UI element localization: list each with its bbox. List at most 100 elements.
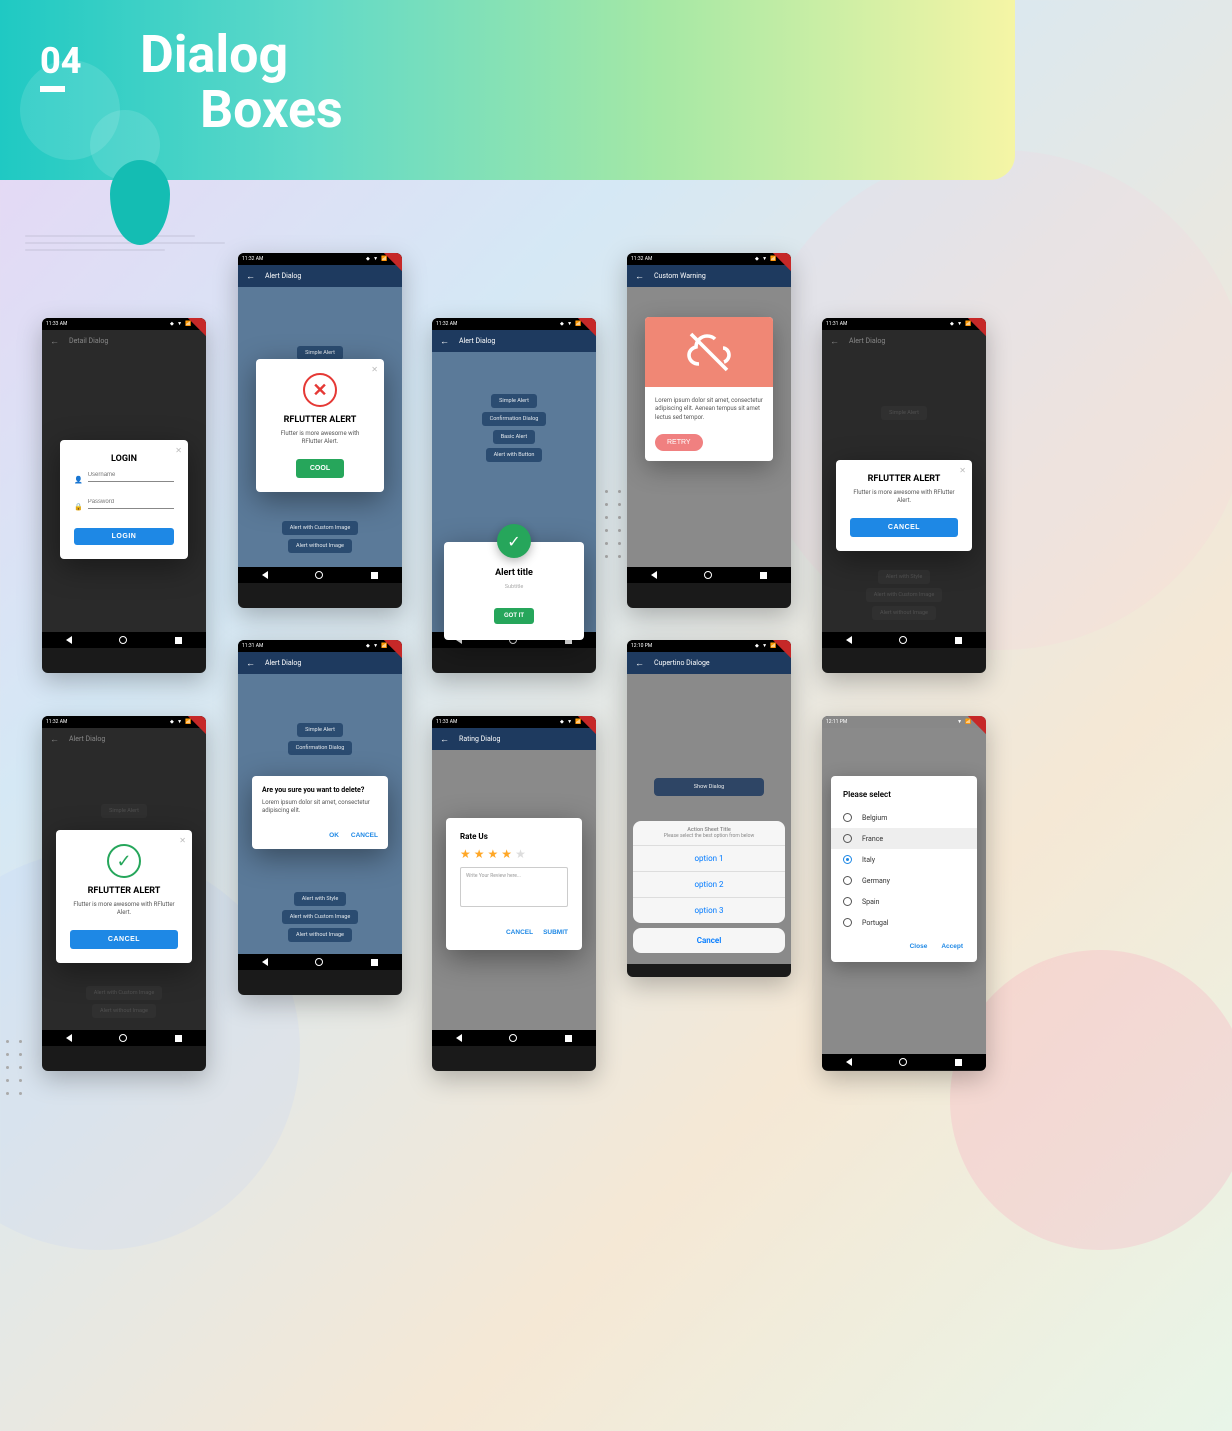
star-icon[interactable]: ★ — [501, 847, 512, 861]
appbar-title: Alert Dialog — [849, 337, 885, 345]
appbar-title: Alert Dialog — [69, 735, 105, 743]
back-icon[interactable]: ← — [246, 271, 255, 282]
star-icon[interactable]: ★ — [474, 847, 485, 861]
nav-back-icon[interactable] — [846, 1058, 852, 1066]
cancel-button[interactable]: CANCEL — [351, 832, 378, 839]
bg-button[interactable]: Alert with Custom Image — [282, 521, 359, 535]
bg-button[interactable]: Alert with Custom Image — [866, 588, 943, 602]
close-icon[interactable]: ✕ — [371, 365, 378, 374]
bg-button[interactable]: Alert with Style — [294, 892, 347, 906]
radio-option[interactable]: Spain — [831, 891, 977, 912]
nav-back-icon[interactable] — [846, 636, 852, 644]
nav-recent-icon[interactable] — [760, 572, 767, 579]
nav-home-icon[interactable] — [704, 571, 712, 579]
bg-button[interactable]: Alert with Custom Image — [86, 986, 163, 1000]
bg-button[interactable]: Alert with Custom Image — [282, 910, 359, 924]
bg-button[interactable]: Simple Alert — [101, 804, 147, 818]
close-icon[interactable]: ✕ — [179, 836, 186, 845]
back-icon[interactable]: ← — [440, 336, 449, 347]
nav-home-icon[interactable] — [119, 636, 127, 644]
phone-alert-cool: 11:32 AM◆ ▼ 📶 🔋 ←Alert Dialog Simple Ale… — [238, 253, 402, 608]
ok-button[interactable]: OK — [329, 832, 339, 839]
nav-home-icon[interactable] — [315, 958, 323, 966]
error-icon: ✕ — [303, 373, 337, 407]
nav-home-icon[interactable] — [899, 636, 907, 644]
login-button[interactable]: LOGIN — [74, 528, 174, 545]
bg-button[interactable]: Alert without Image — [288, 928, 352, 942]
bg-button[interactable]: Simple Alert — [491, 394, 537, 408]
nav-home-icon[interactable] — [119, 1034, 127, 1042]
radio-option[interactable]: Italy — [831, 849, 977, 870]
appbar: ← Alert Dialog — [42, 728, 206, 750]
nav-recent-icon[interactable] — [955, 637, 962, 644]
nav-home-icon[interactable] — [315, 571, 323, 579]
back-icon[interactable]: ← — [50, 734, 59, 745]
radio-option[interactable]: Belgium — [831, 807, 977, 828]
bg-button[interactable]: Alert without Image — [872, 606, 936, 620]
retry-button[interactable]: RETRY — [655, 434, 703, 451]
star-icon[interactable]: ★ — [515, 847, 526, 861]
close-icon[interactable]: ✕ — [175, 446, 182, 455]
nav-home-icon[interactable] — [899, 1058, 907, 1066]
nav-recent-icon[interactable] — [955, 1059, 962, 1066]
bg-button[interactable]: Alert without Image — [92, 1004, 156, 1018]
back-icon[interactable]: ← — [50, 336, 59, 347]
username-input[interactable] — [88, 469, 174, 482]
bg-button[interactable]: Simple Alert — [297, 723, 343, 737]
nav-back-icon[interactable] — [66, 636, 72, 644]
nav-recent-icon[interactable] — [565, 1035, 572, 1042]
bg-button[interactable]: Simple Alert — [297, 346, 343, 360]
nav-back-icon[interactable] — [456, 1034, 462, 1042]
nav-home-icon[interactable] — [509, 1034, 517, 1042]
gotit-button[interactable]: GOT IT — [494, 608, 534, 624]
cancel-button[interactable]: CANCEL — [850, 518, 958, 537]
back-icon[interactable]: ← — [635, 271, 644, 282]
review-textarea[interactable]: Write Your Review here... — [460, 867, 568, 907]
bg-button[interactable]: Alert with Button — [486, 448, 543, 462]
close-button[interactable]: Close — [910, 943, 928, 950]
sheet-option[interactable]: option 2 — [633, 871, 785, 897]
bg-button[interactable]: Confirmation Dialog — [482, 412, 547, 426]
sheet-option[interactable]: option 1 — [633, 845, 785, 871]
dialog-body: Flutter is more awesome with RFlutter Al… — [270, 430, 370, 447]
star-rating[interactable]: ★ ★ ★ ★ ★ — [460, 847, 568, 861]
sheet-cancel[interactable]: Cancel — [633, 928, 785, 953]
nav-recent-icon[interactable] — [371, 572, 378, 579]
back-icon[interactable]: ← — [440, 734, 449, 745]
bg-button[interactable]: Basic Alert — [493, 430, 535, 444]
nav-back-icon[interactable] — [651, 571, 657, 579]
bg-button[interactable]: Simple Alert — [881, 406, 927, 420]
submit-button[interactable]: SUBMIT — [543, 929, 568, 936]
bg-button[interactable]: Alert with Style — [878, 570, 931, 584]
cancel-button[interactable]: CANCEL — [506, 929, 533, 936]
star-icon[interactable]: ★ — [488, 847, 499, 861]
nav-back-icon[interactable] — [262, 958, 268, 966]
android-navbar — [432, 1030, 596, 1046]
bg-button[interactable]: Alert without Image — [288, 539, 352, 553]
show-dialog-button[interactable]: Show Dialog — [654, 778, 764, 796]
cancel-button[interactable]: CANCEL — [70, 930, 178, 949]
alert-dialog: ✕ ✓ RFLUTTER ALERT Flutter is more aweso… — [56, 830, 192, 963]
radio-option[interactable]: Germany — [831, 870, 977, 891]
radio-option[interactable]: Portugal — [831, 912, 977, 933]
sheet-option[interactable]: option 3 — [633, 897, 785, 923]
back-icon[interactable]: ← — [635, 658, 644, 669]
nav-recent-icon[interactable] — [175, 637, 182, 644]
alert-dialog: ✕ RFLUTTER ALERT Flutter is more awesome… — [836, 460, 972, 551]
star-icon[interactable]: ★ — [460, 847, 471, 861]
nav-back-icon[interactable] — [262, 571, 268, 579]
dialog-body: Flutter is more awesome with RFlutter Al… — [70, 901, 178, 918]
phone-alert-cancel-blue: 11:31 AM◆ ▼ 📶 🔋 ←Alert Dialog Simple Ale… — [822, 318, 986, 673]
nav-recent-icon[interactable] — [371, 959, 378, 966]
cool-button[interactable]: COOL — [296, 459, 344, 478]
back-icon[interactable]: ← — [830, 336, 839, 347]
close-icon[interactable]: ✕ — [959, 466, 966, 475]
radio-option[interactable]: France — [831, 828, 977, 849]
password-input[interactable] — [88, 496, 174, 509]
nav-recent-icon[interactable] — [175, 1035, 182, 1042]
check-icon: ✓ — [497, 524, 531, 558]
accept-button[interactable]: Accept — [941, 943, 963, 950]
nav-back-icon[interactable] — [66, 1034, 72, 1042]
bg-button[interactable]: Confirmation Dialog — [288, 741, 353, 755]
back-icon[interactable]: ← — [246, 658, 255, 669]
